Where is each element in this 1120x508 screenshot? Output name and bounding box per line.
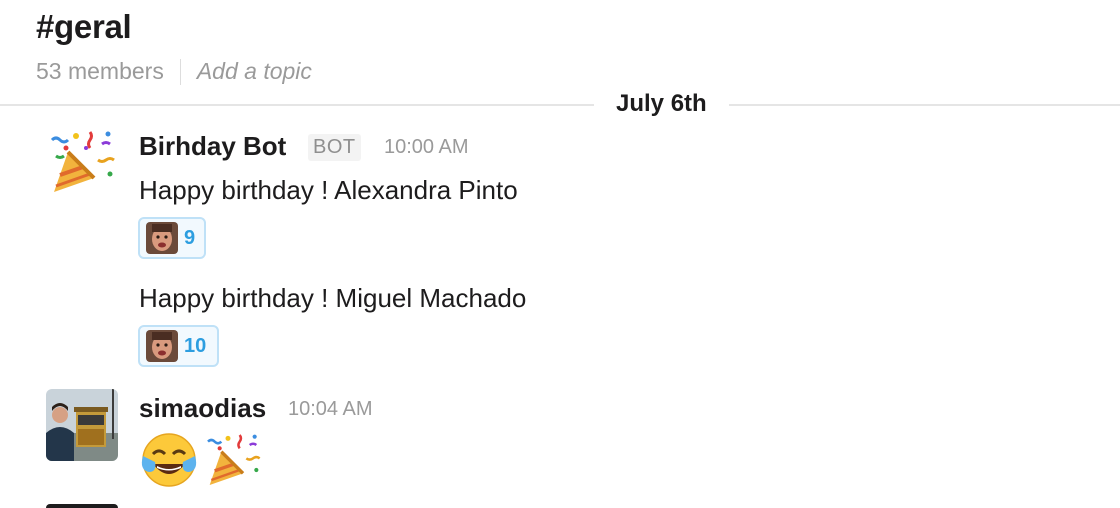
- reaction-face-icon: [146, 222, 178, 254]
- message-sender[interactable]: simaodias: [139, 393, 266, 424]
- emoji-message: [139, 430, 267, 495]
- reaction-count: 10: [184, 334, 207, 357]
- meta-separator: [179, 58, 181, 85]
- message-timestamp[interactable]: 10:04 AM: [288, 398, 373, 421]
- reaction-button[interactable]: 10: [138, 325, 219, 367]
- channel-title[interactable]: #geral: [36, 8, 132, 46]
- day-divider-label[interactable]: July 6th: [594, 88, 729, 120]
- reaction-count: 9: [184, 226, 196, 249]
- bot-badge: BOT: [308, 134, 361, 161]
- message-timestamp[interactable]: 10:00 AM: [384, 136, 469, 159]
- user-photo-avatar[interactable]: [46, 389, 118, 461]
- channel-header: #geral 53 members Add a topic: [0, 0, 1120, 104]
- reaction-button[interactable]: 9: [138, 217, 206, 259]
- party-popper-icon: [201, 430, 267, 495]
- channel-meta: 53 members Add a topic: [36, 58, 312, 85]
- party-popper-icon[interactable]: [46, 126, 118, 198]
- add-topic-link[interactable]: Add a topic: [197, 58, 312, 85]
- message-sender[interactable]: Birhday Bot: [139, 131, 286, 162]
- message-text: Happy birthday ! Alexandra Pinto: [139, 175, 518, 205]
- day-divider-line: [0, 104, 1120, 106]
- tears-of-joy-icon: [139, 430, 201, 495]
- message-text: Happy birthday ! Miguel Machado: [139, 283, 527, 313]
- reaction-face-icon: [146, 330, 178, 362]
- member-count[interactable]: 53 members: [36, 58, 164, 85]
- next-message-avatar[interactable]: [46, 504, 118, 508]
